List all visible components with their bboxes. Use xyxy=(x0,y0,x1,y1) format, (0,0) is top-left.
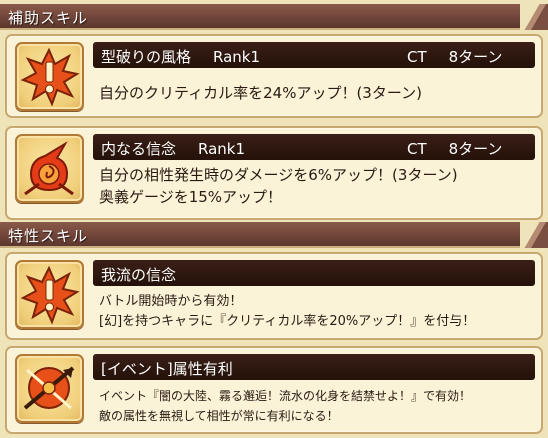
ct-label: CT xyxy=(407,48,427,66)
skill-rank: Rank1 xyxy=(213,48,261,66)
skill-name: 内なる信念 xyxy=(101,140,177,158)
critical-burst-icon xyxy=(15,260,84,329)
description-line: 敵の属性を無視して相性が常に有利になる！ xyxy=(99,409,339,423)
skill-card-inner-belief[interactable]: 内なる信念 Rank1 CT 8ターン 自分の相性発生時のダメージを6%アップ！(3… xyxy=(5,126,543,220)
skill-card-attribute-advantage[interactable]: [イベント]属性有利 イベント『闇の大陸、霧る邂逅！流水の化身を結禁せよ！』で有… xyxy=(5,346,543,434)
skill-name: 我流の信念 xyxy=(101,266,177,284)
skill-rank: Rank1 xyxy=(198,140,246,158)
description-line: [幻]を持つキャラに『クリティカル率を20%アップ！』を付与！ xyxy=(99,314,476,329)
ct-label: CT xyxy=(407,140,427,158)
flame-swirl-icon xyxy=(15,134,84,203)
section-title: 補助スキル xyxy=(8,9,89,27)
description-line: イベント『闇の大陸、霧る邂逅！流水の化身を結禁せよ！』で有効！ xyxy=(99,389,472,403)
header-curl-decoration xyxy=(520,222,548,248)
section-header-support: 補助スキル xyxy=(0,4,548,30)
description-line: 自分のクリティカル率を24%アップ！(3ターン) xyxy=(99,84,422,102)
skill-name-bar: 内なる信念 Rank1 CT 8ターン xyxy=(93,134,535,160)
skill-card-critical-aura[interactable]: 型破りの風格 Rank1 CT 8ターン 自分のクリティカル率を24%アップ！(3タ… xyxy=(5,34,543,118)
skill-name-bar: 我流の信念 xyxy=(93,260,535,286)
section-header-trait: 特性スキル xyxy=(0,222,548,248)
skill-name-bar: [イベント]属性有利 xyxy=(93,354,535,380)
skill-card-own-belief[interactable]: 我流の信念 バトル開始時から有効！ [幻]を持つキャラに『クリティカル率を20%… xyxy=(5,252,543,340)
description-line: 奥義ゲージを15%アップ！ xyxy=(99,188,283,206)
attribute-advantage-icon xyxy=(15,354,84,423)
skill-name: [イベント]属性有利 xyxy=(101,360,233,378)
skill-description: イベント『闇の大陸、霧る邂逅！流水の化身を結禁せよ！』で有効！ 敵の属性を無視し… xyxy=(99,386,533,426)
skill-description: バトル開始時から有効！ [幻]を持つキャラに『クリティカル率を20%アップ！』を… xyxy=(99,292,533,332)
description-line: バトル開始時から有効！ xyxy=(99,294,243,309)
critical-burst-icon xyxy=(15,42,84,111)
ct-turns: 8ターン xyxy=(448,140,503,158)
skill-description: 自分のクリティカル率を24%アップ！(3ターン) xyxy=(99,82,533,104)
skill-description: 自分の相性発生時のダメージを6%アップ！(3ターン) 奥義ゲージを15%アップ！ xyxy=(99,164,533,208)
header-curl-decoration xyxy=(520,4,548,30)
description-line: 自分の相性発生時のダメージを6%アップ！(3ターン) xyxy=(99,166,458,184)
skill-name-bar: 型破りの風格 Rank1 CT 8ターン xyxy=(93,42,535,68)
section-title: 特性スキル xyxy=(8,227,89,245)
ct-turns: 8ターン xyxy=(448,48,503,66)
skill-name: 型破りの風格 xyxy=(101,48,192,66)
